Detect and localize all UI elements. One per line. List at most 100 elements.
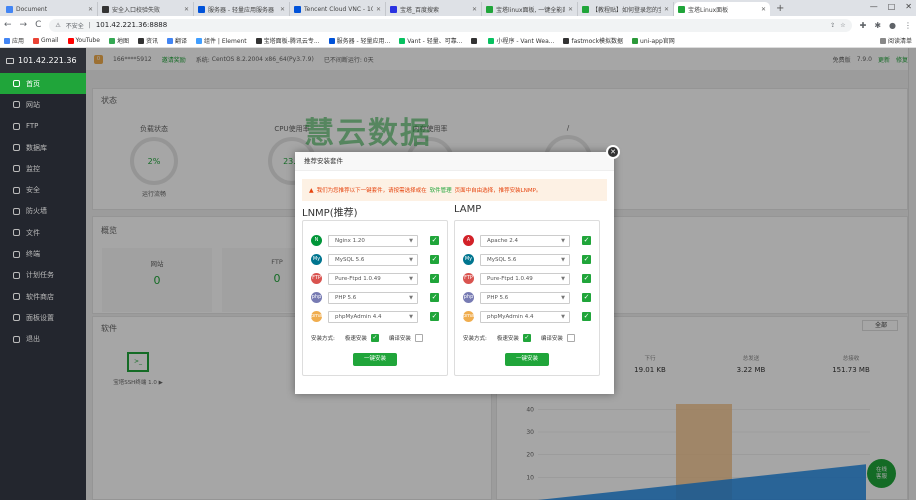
tab-close-icon[interactable]: ✕ — [184, 6, 189, 13]
compile-install-checkbox[interactable] — [414, 334, 423, 342]
software-icon: FTP — [463, 273, 474, 284]
browser-tab[interactable]: 宝塔linux面板, 一键全能部 ✕ — [482, 2, 578, 16]
sidebar-item[interactable]: 终端 — [0, 243, 86, 264]
browser-tab[interactable]: 宝塔Linux面板 ✕ — [674, 2, 770, 16]
one-click-install-button[interactable]: 一键安装 — [353, 353, 397, 366]
close-window-button[interactable]: ✕ — [905, 2, 912, 11]
include-checkbox[interactable]: ✓ — [430, 312, 439, 321]
menu-dots-icon[interactable]: ⋮ — [904, 21, 912, 30]
sidebar-item[interactable]: 文件 — [0, 222, 86, 243]
tab-close-icon[interactable]: ✕ — [376, 6, 381, 13]
bookmark-item[interactable]: 应用 — [4, 36, 24, 45]
include-checkbox[interactable]: ✓ — [430, 236, 439, 245]
tab-close-icon[interactable]: ✕ — [280, 6, 285, 13]
include-checkbox[interactable]: ✓ — [582, 255, 591, 264]
version-select[interactable]: MySQL 5.6 ▼ — [328, 253, 418, 266]
include-checkbox[interactable]: ✓ — [582, 236, 591, 245]
bookmark-item[interactable]: 组件 | Element — [195, 36, 247, 45]
url-text[interactable]: 101.42.221.36:8888 — [96, 21, 167, 29]
include-checkbox[interactable]: ✓ — [430, 274, 439, 283]
sidebar-item[interactable]: 首页 — [0, 73, 86, 95]
version-select[interactable]: PHP 5.6 ▼ — [328, 291, 418, 304]
include-checkbox[interactable]: ✓ — [430, 255, 439, 264]
bookmark-label: 组件 | Element — [203, 38, 247, 45]
version-select[interactable]: PHP 5.6 ▼ — [480, 291, 570, 304]
menu-icon — [13, 207, 20, 215]
menu-icon — [13, 335, 20, 343]
bookmark-item[interactable]: uni-app官网 — [632, 36, 675, 45]
sidebar-item[interactable]: FTP — [0, 116, 86, 137]
forward-arrow-icon[interactable]: → — [20, 20, 28, 30]
tab-close-icon[interactable]: ✕ — [88, 6, 93, 13]
sidebar-item[interactable]: 面板设置 — [0, 307, 86, 328]
reload-icon[interactable]: C — [35, 20, 41, 30]
extension-icon[interactable]: ✚ — [860, 21, 867, 30]
bookmarks-bar: 应用 Gmail YouTube 地图 资讯 翻译 组件 | Element 宝塔面板-腾讯云… — [0, 34, 916, 48]
fast-install-label: 极速安装 — [496, 336, 519, 342]
chevron-down-icon: ▼ — [561, 313, 565, 320]
software-manage-link[interactable]: 软件管理 — [430, 186, 452, 194]
version-select[interactable]: Apache 2.4 ▼ — [480, 234, 570, 247]
reading-list-link[interactable]: 阅读清单 — [879, 36, 912, 45]
bookmark-item[interactable]: 翻译 — [166, 36, 187, 45]
puzzle-icon[interactable]: ✱ — [874, 21, 881, 30]
include-checkbox[interactable]: ✓ — [582, 312, 591, 321]
profile-icon[interactable]: ● — [889, 21, 896, 30]
sidebar-item[interactable]: 软件商店 — [0, 286, 86, 307]
bookmark-item[interactable] — [471, 36, 479, 45]
bookmark-item[interactable]: 资讯 — [137, 36, 158, 45]
browser-tab[interactable]: 安全入口校验失败 ✕ — [98, 2, 194, 16]
bookmark-item[interactable]: YouTube — [67, 36, 100, 45]
sidebar-item[interactable]: 退出 — [0, 329, 86, 350]
include-checkbox[interactable]: ✓ — [430, 293, 439, 302]
sidebar-menu: 首页 网站 FTP 数据库 监控 安全 防火墙 文件 终端 计划任务 软件商店 面板设置 退出 — [0, 73, 86, 350]
tab-close-icon[interactable]: ✕ — [472, 6, 477, 13]
bookmark-item[interactable]: Vant - 轻量、可靠... — [399, 36, 462, 45]
fast-install-checkbox[interactable]: ✓ — [370, 334, 379, 342]
bookmark-star-icon[interactable]: ☆ — [840, 22, 845, 29]
minimize-button[interactable]: — — [870, 2, 878, 11]
sidebar-item[interactable]: 监控 — [0, 158, 86, 179]
version-select[interactable]: MySQL 5.6 ▼ — [480, 253, 570, 266]
maximize-button[interactable]: □ — [888, 2, 896, 11]
new-tab-button[interactable]: + — [770, 2, 790, 16]
bookmark-item[interactable]: 服务器 - 轻量应用... — [328, 36, 391, 45]
bookmark-icon — [255, 37, 262, 44]
sidebar-item[interactable]: 防火墙 — [0, 201, 86, 222]
bookmark-item[interactable]: fastmock模拟数据 — [563, 36, 623, 45]
back-arrow-icon[interactable]: ← — [4, 20, 12, 30]
bookmark-item[interactable]: 宝塔面板-腾讯云专... — [255, 36, 320, 45]
include-checkbox[interactable]: ✓ — [582, 274, 591, 283]
browser-tab[interactable]: Tencent Cloud VNC - 10 ✕ — [290, 2, 386, 16]
bookmark-label: 服务器 - 轻量应用... — [336, 38, 391, 45]
menu-icon — [13, 314, 20, 322]
omnibox[interactable]: ⚠ 不安全 | 101.42.221.36:8888 ⇪ ☆ — [49, 18, 852, 32]
browser-tab[interactable]: 宝塔_百度搜索 ✕ — [386, 2, 482, 16]
tab-close-icon[interactable]: ✕ — [664, 6, 669, 13]
sidebar-item[interactable]: 安全 — [0, 179, 86, 200]
bookmark-item[interactable]: Gmail — [33, 36, 59, 45]
bookmark-item[interactable]: 地图 — [108, 36, 129, 45]
sidebar-item[interactable]: 数据库 — [0, 137, 86, 158]
browser-tab[interactable]: 【教程贴】如何登录您的宝 ✕ — [578, 2, 674, 16]
browser-tab[interactable]: Document ✕ — [2, 2, 98, 16]
sidebar-item[interactable]: 计划任务 — [0, 265, 86, 286]
tab-close-icon[interactable]: ✕ — [568, 6, 573, 13]
share-icon[interactable]: ⇪ — [830, 22, 835, 29]
version-select[interactable]: Pure-Ftpd 1.0.49 ▼ — [480, 272, 570, 285]
version-select[interactable]: Nginx 1.20 ▼ — [328, 234, 418, 247]
version-select[interactable]: phpMyAdmin 4.4 ▼ — [480, 310, 570, 323]
version-select[interactable]: phpMyAdmin 4.4 ▼ — [328, 310, 418, 323]
one-click-install-button[interactable]: 一键安装 — [505, 353, 549, 366]
tab-close-icon[interactable]: ✕ — [761, 6, 766, 13]
include-checkbox[interactable]: ✓ — [582, 293, 591, 302]
compile-install-checkbox[interactable] — [566, 334, 575, 342]
browser-tab[interactable]: 服务器 - 轻量应用服务器 ✕ — [194, 2, 290, 16]
bookmark-item[interactable]: 小程序 - Vant Wea... — [488, 36, 554, 45]
sidebar-item[interactable]: 网站 — [0, 94, 86, 115]
modal-close-button[interactable]: ✕ — [606, 145, 620, 159]
version-select[interactable]: Pure-Ftpd 1.0.49 ▼ — [328, 272, 418, 285]
fast-install-checkbox[interactable]: ✓ — [522, 334, 531, 342]
recommend-warning: ▲ 我们为您推荐以下一键套件，请按需选择或在 软件管理 页面中自由选择，推荐安装… — [302, 179, 607, 201]
tab-title: 宝塔Linux面板 — [688, 6, 729, 14]
